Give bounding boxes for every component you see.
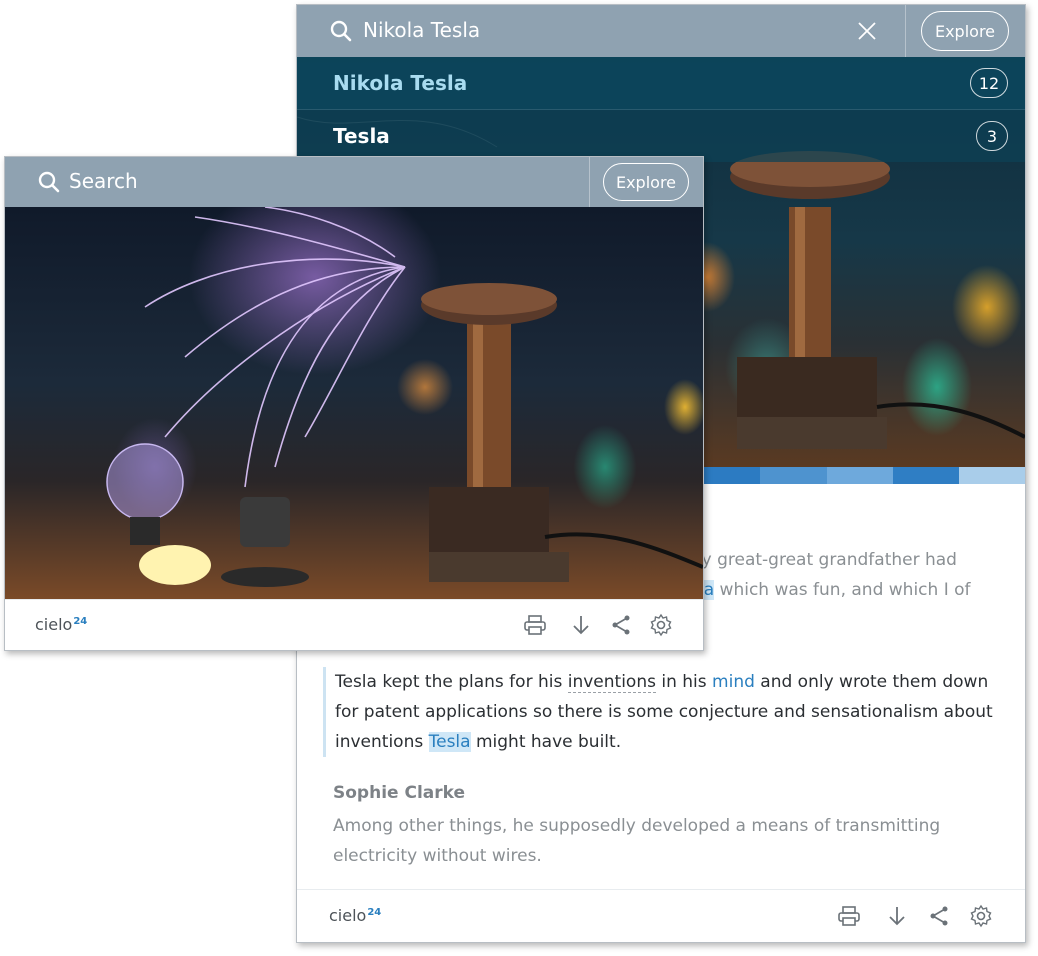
active-transcript-paragraph: Tesla kept the plans for his inventions …	[323, 667, 1005, 757]
settings-gear-icon[interactable]	[969, 904, 993, 928]
transcript-text: Tesla kept the plans for his	[335, 672, 568, 692]
print-icon[interactable]	[837, 904, 861, 928]
keyword-inventions[interactable]: inventions	[567, 672, 656, 693]
suggestion-item[interactable]: Tesla 3	[297, 110, 1025, 162]
transcript-text: in his	[655, 672, 713, 692]
highlighted-term[interactable]: Tesla	[428, 732, 471, 752]
cielo24-logo: cielo24	[329, 906, 382, 925]
transcript-text: might have built.	[470, 732, 622, 752]
timeline-segment[interactable]	[694, 467, 761, 484]
download-icon[interactable]	[885, 904, 909, 928]
footer-toolbar: cielo24	[5, 599, 703, 650]
search-input[interactable]: Nikola Tesla	[363, 18, 480, 42]
cielo24-logo: cielo24	[35, 615, 88, 634]
suggestion-count-badge: 12	[970, 68, 1008, 98]
explore-button[interactable]: Explore	[603, 163, 689, 201]
speaker-name: Sophie Clarke	[333, 783, 466, 803]
suggestion-item[interactable]: Nikola Tesla 12	[297, 57, 1025, 110]
front-panel: Search Explore cielo24	[4, 156, 704, 651]
search-icon[interactable]	[329, 19, 353, 43]
tesla-coil-lightning-image	[5, 207, 703, 599]
search-bar: Search Explore	[5, 157, 703, 207]
search-bar: Nikola Tesla Explore	[297, 5, 1025, 57]
search-icon[interactable]	[37, 170, 61, 194]
suggestion-label: Tesla	[333, 124, 390, 148]
divider	[589, 157, 590, 207]
explore-button[interactable]: Explore	[921, 11, 1009, 51]
settings-gear-icon[interactable]	[649, 613, 673, 637]
suggestion-count-badge: 3	[976, 121, 1008, 151]
search-input[interactable]: Search	[69, 169, 138, 193]
clear-icon[interactable]	[857, 21, 877, 41]
suggestion-label: Nikola Tesla	[333, 71, 468, 95]
timeline-segment[interactable]	[892, 467, 959, 484]
download-icon[interactable]	[569, 613, 593, 637]
timeline-segment[interactable]	[760, 467, 827, 484]
print-icon[interactable]	[523, 613, 547, 637]
divider	[905, 5, 906, 57]
tesla-coil-lightning-illustration	[106, 207, 703, 587]
keyword-link-mind[interactable]: mind	[712, 672, 755, 692]
speaker-paragraph: Among other things, he supposedly develo…	[333, 816, 941, 866]
share-icon[interactable]	[609, 613, 633, 637]
share-icon[interactable]	[927, 904, 951, 928]
transcript-text: which was fun, and which I of	[714, 580, 971, 600]
timeline-segment[interactable]	[826, 467, 893, 484]
timeline-segment[interactable]	[958, 467, 1025, 484]
footer-toolbar: cielo24	[297, 889, 1025, 942]
